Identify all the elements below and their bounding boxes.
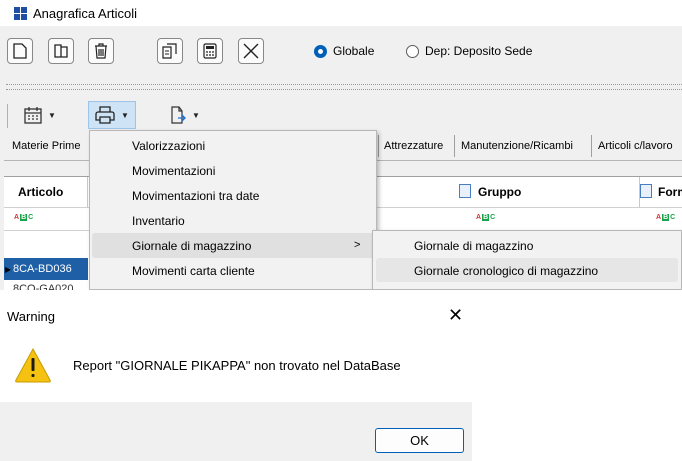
submenu-item-giornale-magazzino[interactable]: Giornale di magazzino xyxy=(414,239,533,253)
chevron-down-icon: ▼ xyxy=(48,110,56,120)
menu-item-movimentazioni[interactable]: Movimentazioni xyxy=(132,164,215,178)
trash-icon[interactable] xyxy=(88,38,114,64)
filter-funnel-icon[interactable] xyxy=(459,184,471,198)
column-header-label: Articolo xyxy=(18,185,64,199)
export-icon xyxy=(171,106,186,124)
ok-button[interactable]: OK xyxy=(375,428,464,453)
tab-separator xyxy=(591,135,592,157)
abc-filter-icon[interactable]: ABC xyxy=(656,214,675,221)
tab-separator xyxy=(378,135,379,157)
menu-item-valorizzazioni[interactable]: Valorizzazioni xyxy=(132,139,205,153)
chevron-down-icon: ▼ xyxy=(192,110,200,120)
close-x-icon[interactable] xyxy=(238,38,264,64)
tab-manutenzione[interactable]: Manutenzione/Ricambi xyxy=(461,140,573,152)
dialog-message: Report "GIORNALE PIKAPPA" non trovato ne… xyxy=(73,358,401,373)
warning-icon xyxy=(15,347,51,383)
background-area xyxy=(472,290,682,461)
window-title: Anagrafica Articoli xyxy=(33,5,138,21)
filter-funnel-icon[interactable] xyxy=(640,184,652,198)
radio-dot-selected xyxy=(314,44,327,58)
menu-item-movimentazioni-tra-date[interactable]: Movimentazioni tra date xyxy=(132,189,259,203)
tab-separator xyxy=(454,135,455,157)
print-button[interactable]: ▼ xyxy=(88,101,136,129)
chevron-right-icon: > xyxy=(354,239,361,251)
toolbar-grip xyxy=(6,84,682,90)
calendar-button[interactable]: ▼ xyxy=(24,104,56,126)
abc-filter-icon[interactable]: ABC xyxy=(14,214,33,221)
column-header-articolo[interactable]: Articolo xyxy=(4,177,88,207)
printer-icon xyxy=(95,106,115,124)
copy-doc-icon[interactable] xyxy=(48,38,74,64)
column-header-gruppo[interactable]: Gruppo xyxy=(474,177,640,207)
cell-articolo: 8CA-BD036 xyxy=(13,263,72,275)
tab-materie-prime[interactable]: Materie Prime xyxy=(12,140,80,152)
column-header-label: Gruppo xyxy=(478,185,522,199)
radio-label: Globale xyxy=(333,44,375,58)
ok-button-label: OK xyxy=(410,433,429,448)
dialog-title: Warning xyxy=(7,309,55,324)
close-icon[interactable]: ✕ xyxy=(448,305,463,325)
radio-dot xyxy=(406,44,419,58)
title-bar: Anagrafica Articoli xyxy=(0,0,682,26)
calculator-icon[interactable] xyxy=(197,38,223,64)
menu-item-giornale-magazzino[interactable]: Giornale di magazzino xyxy=(132,239,251,253)
tab-articoli-conto-lavoro[interactable]: Articoli c/lavoro xyxy=(598,140,673,152)
menu-item-inventario[interactable]: Inventario xyxy=(132,214,185,228)
row-pointer-icon: ▶ xyxy=(4,264,12,274)
toolbar-separator xyxy=(7,104,8,128)
table-row-selected[interactable]: 8CA-BD036 xyxy=(4,258,88,280)
chevron-down-icon: ▼ xyxy=(121,110,129,120)
duplicate-icon[interactable] xyxy=(157,38,183,64)
radio-deposito[interactable]: Dep: Deposito Sede xyxy=(406,44,532,58)
column-header-label: Form xyxy=(658,185,682,199)
radio-label: Dep: Deposito Sede xyxy=(425,44,533,58)
app-grid-icon xyxy=(14,6,27,20)
menu-item-movimenti-carta-cliente[interactable]: Movimenti carta cliente xyxy=(132,264,255,278)
column-header-form[interactable]: Form xyxy=(654,177,682,207)
submenu-item-giornale-cronologico[interactable]: Giornale cronologico di magazzino xyxy=(414,264,598,278)
new-doc-icon[interactable] xyxy=(7,38,33,64)
tab-attrezzature[interactable]: Attrezzature xyxy=(384,140,443,152)
calendar-icon xyxy=(24,107,42,124)
export-button[interactable]: ▼ xyxy=(170,104,200,126)
radio-globale[interactable]: Globale xyxy=(314,44,374,58)
abc-filter-icon[interactable]: ABC xyxy=(476,214,495,221)
